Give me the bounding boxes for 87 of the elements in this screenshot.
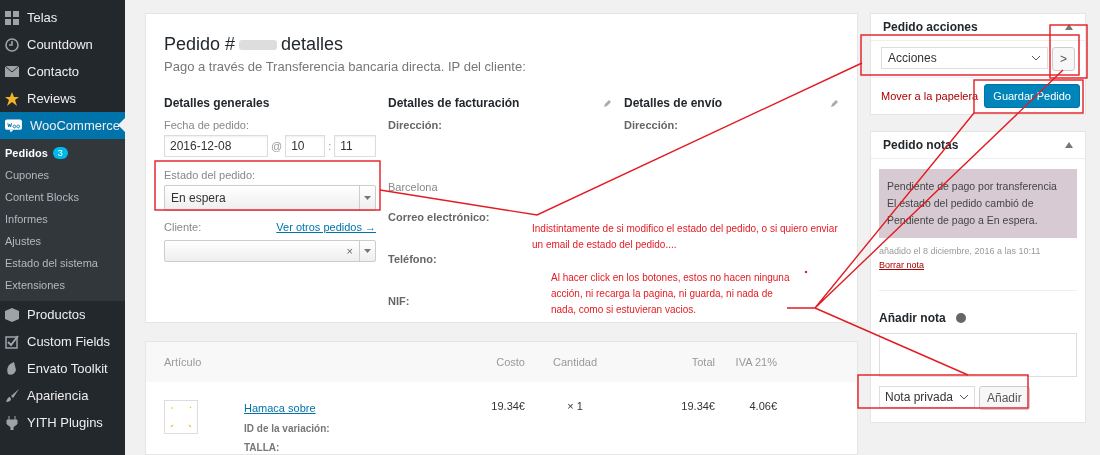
speech-bubble-icon (5, 118, 22, 133)
view-orders-link[interactable]: Ver otros pedidos → (276, 221, 376, 237)
delete-note-link[interactable]: Borrar nota (879, 260, 925, 270)
section-heading: Detalles de facturación (388, 96, 520, 110)
table-cell-text: 19.34€ (680, 400, 715, 414)
minute-field[interactable]: 11 (334, 135, 376, 157)
table-cell-text: × 1 (566, 400, 584, 414)
submenu-item[interactable]: Cupones (0, 167, 125, 183)
colon: : (328, 140, 332, 152)
plug-icon (5, 415, 19, 430)
payment-info: Pago a través de Transferencia bancaria directa. IP del cliente: (164, 59, 527, 74)
count-badge: 3 (52, 147, 68, 159)
redacted-mark (239, 39, 278, 50)
menu-item[interactable]: Contacto (0, 58, 125, 85)
item-meta: ID de la variación: (244, 423, 331, 434)
pencil-icon (603, 98, 612, 108)
grid-icon (5, 10, 19, 25)
column-header: IVA 21% (734, 356, 777, 368)
section-heading: Detalles generales (164, 96, 270, 110)
menu-item[interactable]: Reviews (0, 85, 125, 112)
collapse-icon[interactable] (1065, 142, 1073, 148)
annotation-note: Indistintamente de si modifico el estado del pedido, o si quiero enviar un email de estado del pedido.... (532, 222, 839, 252)
field-label: Dirección: (388, 119, 442, 131)
field-label: Estado del pedido: (164, 169, 257, 181)
menu-item[interactable]: Custom Fields (0, 328, 125, 355)
customer-select[interactable]: × (164, 240, 376, 262)
field-label: Teléfono: (388, 253, 437, 265)
save-button[interactable]: Guardar Pedido (984, 84, 1080, 108)
menu-item[interactable]: Productos (0, 301, 125, 328)
annotation-note: Al hacer click en los botones, estos no hacen ninguna acción, ni recarga la pagina, ni guarda, ni nada de nada, como si estuvieran vacios. (551, 271, 791, 317)
placeholder-image-icon (164, 400, 198, 434)
section-heading: Detalles de envío (624, 96, 723, 110)
menu-item[interactable]: Telas (0, 4, 125, 31)
envelope-icon (5, 66, 19, 77)
actions-select[interactable]: Acciones (881, 47, 1048, 69)
product-link[interactable]: Hamaca sobre (244, 402, 316, 414)
note-type-select[interactable]: Nota privada (879, 386, 975, 408)
field-label: Correo electrónico: (388, 211, 490, 223)
status-select[interactable]: En espera (164, 185, 376, 211)
pencil-icon (830, 98, 839, 108)
star-icon (5, 91, 19, 106)
column-header: Artículo (164, 356, 203, 368)
note-field[interactable] (879, 333, 1077, 377)
caret-down-icon (364, 249, 371, 253)
order-title: Pedido # (164, 34, 236, 55)
apply-button[interactable]: > (1052, 47, 1075, 71)
collapse-icon[interactable] (1065, 24, 1073, 30)
menu-item[interactable]: Countdown (0, 31, 125, 58)
chevron-down-icon (1031, 55, 1041, 61)
note-meta: añadido el 8 diciembre, 2016 a las 10:11 (879, 246, 1041, 256)
submenu-item[interactable]: Extensiones (0, 277, 125, 293)
clock-icon (5, 37, 19, 52)
help-icon (955, 313, 966, 323)
column-header: Cantidad (551, 356, 598, 368)
clear-icon[interactable]: × (346, 245, 353, 257)
menu-item[interactable]: Apariencia (0, 382, 125, 409)
submenu-item[interactable]: Informes (0, 211, 125, 227)
item-meta: TALLA: (244, 442, 281, 453)
submenu-item[interactable]: Content Blocks (0, 189, 125, 205)
panel-title: Pedido acciones (883, 20, 978, 34)
field-label: Dirección: (624, 119, 678, 131)
date-field[interactable]: 2016-12-08 (164, 135, 268, 157)
column-header: Costo (495, 356, 525, 368)
column-header: Total (690, 356, 715, 368)
table-cell-text: 4.06€ (748, 400, 777, 414)
menu-item[interactable]: Envato Toolkit (0, 355, 125, 382)
caret-down-icon (364, 196, 371, 200)
submenu-item[interactable]: Estado del sistema (0, 255, 125, 271)
field-label: Añadir nota (879, 311, 946, 325)
submenu-item[interactable]: Pedidos 3 (0, 145, 125, 161)
submenu-item[interactable]: Ajustes (0, 233, 125, 249)
dot-mark (804, 270, 808, 274)
field-value: Barcelona (388, 181, 438, 193)
chevron-down-icon (959, 394, 969, 400)
field-label: Fecha de pedido: (164, 119, 250, 131)
checkbox-icon (5, 334, 19, 349)
table-cell-text: 19.34€ (490, 400, 525, 414)
box-icon (5, 307, 19, 322)
at-sign: @ (270, 140, 283, 152)
order-title: detalles (281, 34, 344, 55)
leaf-icon (5, 361, 19, 376)
field-label: NIF: (388, 295, 410, 307)
menu-item[interactable]: WooCommerce (0, 112, 125, 139)
hour-field[interactable]: 10 (285, 135, 326, 157)
menu-item[interactable]: YITH Plugins (0, 409, 125, 436)
field-label: Cliente: (164, 221, 202, 233)
paintbrush-icon (5, 388, 19, 403)
